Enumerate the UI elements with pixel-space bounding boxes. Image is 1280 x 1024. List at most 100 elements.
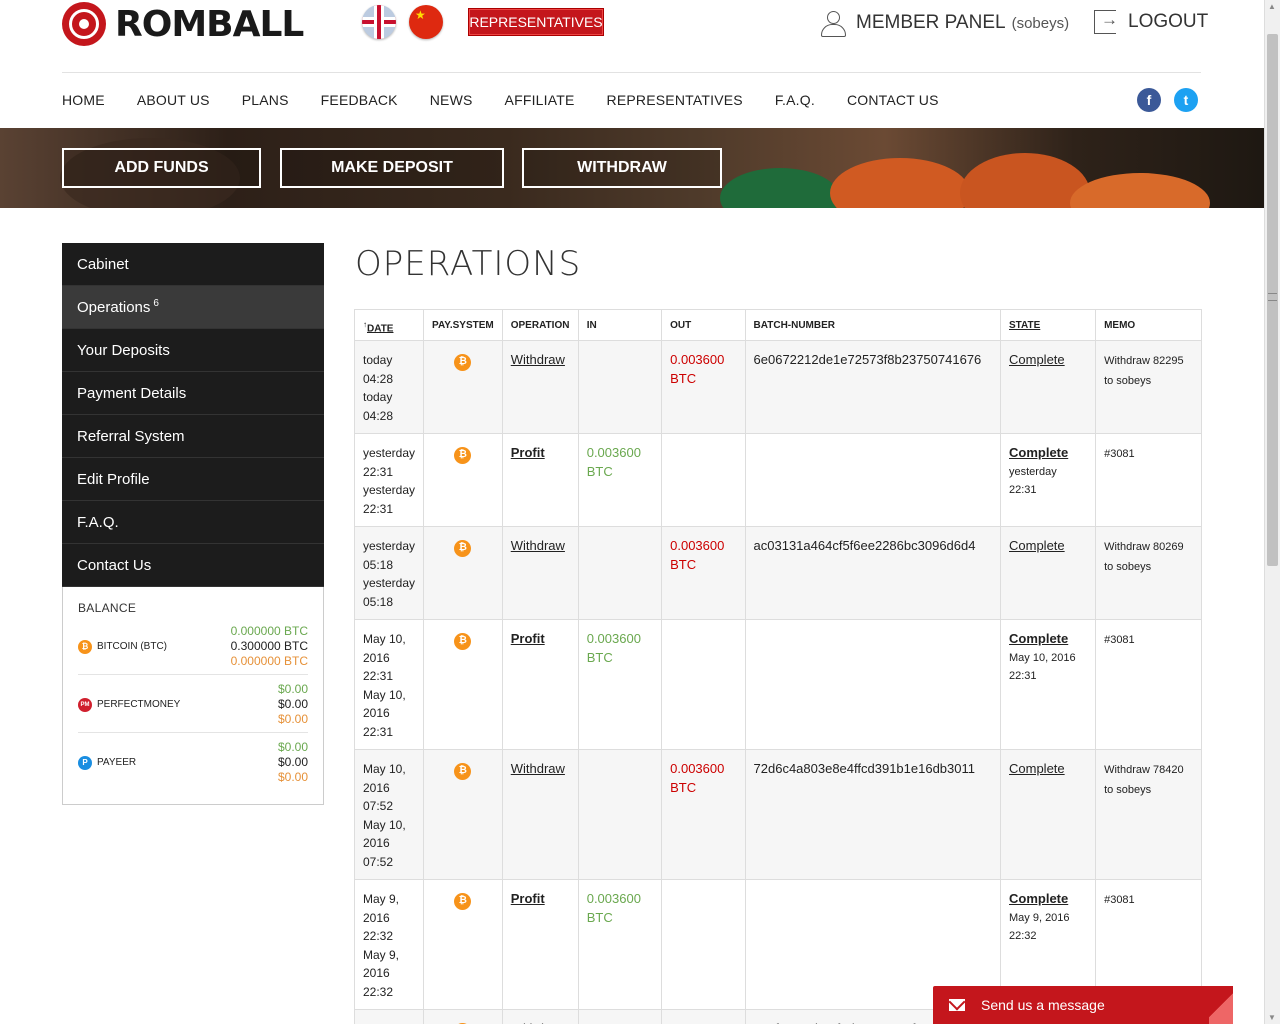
add-funds-button[interactable]: ADD FUNDS — [62, 148, 261, 188]
col-paysystem-header: PAY.SYSTEM — [423, 309, 503, 341]
cell-state: Complete — [999, 526, 1097, 620]
balance-value: $0.00 — [277, 770, 308, 784]
cell-out — [661, 879, 746, 1010]
col-state-header[interactable]: STATE — [999, 309, 1097, 341]
date-text: yesterday 05:18 yesterday 05:18 — [363, 539, 416, 609]
sidebar-item-your-deposits[interactable]: Your Deposits — [62, 329, 324, 372]
sidebar-item-payment-details[interactable]: Payment Details — [62, 372, 324, 415]
bitcoin-icon: ₿ — [454, 539, 472, 557]
page-title: OPERATIONS — [355, 244, 582, 284]
col-out-header: OUT — [661, 309, 746, 341]
state-link[interactable]: Complete — [1009, 761, 1065, 776]
bitcoin-icon: ₿ — [454, 892, 472, 910]
cell-state: Complete yesterday 22:31 — [999, 433, 1097, 527]
member-panel-link[interactable]: MEMBER PANEL (sobeys) — [820, 10, 1070, 37]
batch-number: ac03131a464cf5f6ee2286bc3096d6d4 — [753, 538, 976, 553]
balance-value: 0.000000 BTC — [230, 624, 308, 638]
scroll-down-arrow-icon[interactable]: ▼ — [1268, 1013, 1276, 1022]
cell-memo: #3081 — [1095, 619, 1202, 750]
cell-operation: Profit — [501, 433, 579, 527]
nav-plans[interactable]: PLANS — [242, 92, 289, 108]
cell-batch — [744, 619, 1002, 750]
sidebar-item-contact-us[interactable]: Contact Us — [62, 544, 324, 587]
sidebar-item-operations[interactable]: Operations 6 — [62, 286, 324, 329]
state-link[interactable]: Complete — [1009, 352, 1065, 367]
cell-date: today 04:28 today 04:28 — [353, 340, 425, 434]
sidebar-item-cabinet[interactable]: Cabinet — [62, 243, 324, 286]
nav-about-us[interactable]: ABOUT US — [137, 92, 210, 108]
cell-date: yesterday 05:18 yesterday 05:18 — [353, 526, 425, 620]
balance-value: 0.300000 BTC — [230, 639, 308, 653]
page: ROMBALL ★ REPRESENTATIVES MEMBER PANEL (… — [0, 0, 1264, 1024]
uk-flag-icon[interactable] — [362, 5, 396, 39]
facebook-icon[interactable]: f — [1137, 88, 1161, 112]
sidebar-item-label: Edit Profile — [77, 470, 150, 488]
cell-batch: ac03131a464cf5f6ee2286bc3096d6d4 — [744, 526, 1002, 620]
state-link[interactable]: Complete — [1009, 891, 1068, 906]
balance-name: BITCOIN (BTC) — [97, 641, 167, 652]
cell-out: 0.003600 BTC — [661, 526, 746, 620]
memo-text: Withdraw 82295 to sobeys — [1104, 355, 1184, 387]
vertical-scrollbar[interactable]: ▲ ▼ — [1264, 0, 1280, 1024]
batch-number: 72d6c4a803e8e4ffcd391b1e16db3011 — [753, 761, 975, 776]
operation-link[interactable]: Profit — [511, 445, 545, 460]
cell-out — [661, 619, 746, 750]
nav-faq[interactable]: F.A.Q. — [775, 92, 815, 108]
payeer-icon: P — [78, 755, 92, 770]
logout-label: LOGOUT — [1128, 11, 1209, 32]
logo[interactable]: ROMBALL — [62, 2, 304, 46]
sidebar-item-referral-system[interactable]: Referral System — [62, 415, 324, 458]
balance-value: $0.00 — [277, 682, 308, 696]
nav-affiliate[interactable]: AFFILIATE — [505, 92, 575, 108]
cell-paysystem: ₿ — [423, 879, 503, 1010]
bitcoin-icon: ₿ — [454, 353, 472, 371]
nav-home[interactable]: HOME — [62, 92, 105, 108]
sidebar-item-label: Operations — [77, 298, 151, 316]
state-link[interactable]: Complete — [1009, 445, 1068, 460]
sidebar-item-edit-profile[interactable]: Edit Profile — [62, 458, 324, 501]
col-date-header[interactable]: ↑DATE — [353, 309, 425, 341]
username: (sobeys) — [1011, 14, 1070, 32]
cell-memo: Withdraw 82295 to sobeys — [1095, 340, 1202, 434]
cell-in — [577, 340, 663, 434]
state-link[interactable]: Complete — [1009, 538, 1065, 553]
cell-out: 0.003600 BTC — [661, 749, 746, 880]
out-amount: 0.003600 BTC — [670, 352, 725, 386]
nav-news[interactable]: NEWS — [430, 92, 473, 108]
in-amount: 0.003600 BTC — [586, 891, 641, 925]
nav-contact-us[interactable]: CONTACT US — [847, 92, 939, 108]
twitter-icon[interactable]: t — [1174, 88, 1198, 112]
balance-value: $0.00 — [277, 740, 308, 754]
col-operation-header: OPERATION — [501, 309, 579, 341]
send-message-widget[interactable]: Send us a message — [933, 986, 1233, 1024]
nav-feedback[interactable]: FEEDBACK — [321, 92, 398, 108]
cell-batch: 6e0672212de1e72573f8b23750741676 — [744, 340, 1002, 434]
cell-memo: Withdraw 78420 to sobeys — [1095, 749, 1202, 880]
sidebar-item-label: F.A.Q. — [77, 513, 119, 531]
china-flag-icon[interactable]: ★ — [409, 5, 443, 39]
nav-representatives[interactable]: REPRESENTATIVES — [607, 92, 743, 108]
balance-row-perfectmoney: PM PERFECTMONEY $0.00 $0.00 $0.00 — [78, 679, 308, 733]
scroll-up-arrow-icon[interactable]: ▲ — [1268, 2, 1276, 11]
state-link[interactable]: Complete — [1009, 631, 1068, 646]
operation-link[interactable]: Withdraw — [511, 761, 565, 776]
main-nav: HOME ABOUT US PLANS FEEDBACK NEWS AFFILI… — [62, 92, 971, 108]
balance-value: 0.000000 BTC — [230, 654, 308, 668]
balance-value: $0.00 — [277, 755, 308, 769]
sidebar-item-faq[interactable]: F.A.Q. — [62, 501, 324, 544]
cell-state: Complete May 10, 2016 22:31 — [999, 619, 1097, 750]
make-deposit-button[interactable]: MAKE DEPOSIT — [280, 148, 504, 188]
cell-operation: Withdraw — [501, 1009, 579, 1024]
withdraw-button[interactable]: WITHDRAW — [522, 148, 722, 188]
operation-link[interactable]: Withdraw — [511, 352, 565, 367]
sidebar: Cabinet Operations 6 Your Deposits Paymen… — [62, 243, 324, 805]
hero-banner: ADD FUNDS MAKE DEPOSIT WITHDRAW — [0, 128, 1264, 208]
operation-link[interactable]: Profit — [511, 891, 545, 906]
cell-out: 0.003600 BTC — [661, 340, 746, 434]
operation-link[interactable]: Withdraw — [511, 538, 565, 553]
cell-in — [577, 1009, 663, 1024]
bitcoin-icon: ₿ — [454, 446, 472, 464]
logout-link[interactable]: LOGOUT — [1094, 10, 1208, 34]
representatives-button[interactable]: REPRESENTATIVES — [468, 8, 604, 36]
operation-link[interactable]: Profit — [511, 631, 545, 646]
